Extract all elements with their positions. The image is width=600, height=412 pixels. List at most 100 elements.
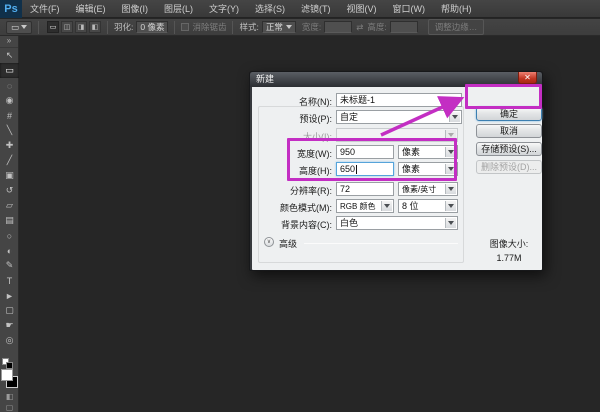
width-input[interactable] — [324, 21, 353, 33]
width-unit-dropdown[interactable]: 像素 — [398, 145, 458, 159]
chevron-down-icon — [381, 201, 392, 211]
menu-item-8[interactable]: 窗口(W) — [385, 0, 434, 18]
type-tool[interactable]: T — [0, 273, 19, 288]
hand-tool-icon: ☛ — [5, 320, 14, 330]
menu-item-6[interactable]: 滤镜(T) — [293, 0, 339, 18]
chevron-down-icon — [445, 164, 456, 174]
color-mode-dropdown[interactable]: RGB 颜色 — [336, 199, 394, 213]
preset-value: 自定 — [340, 112, 359, 122]
eraser-tool[interactable]: ▱ — [0, 198, 19, 213]
brush-tool[interactable]: ╱ — [0, 153, 19, 168]
save-preset-button[interactable]: 存储预设(S)... — [476, 142, 542, 156]
menu-item-9[interactable]: 帮助(H) — [433, 0, 480, 18]
lasso-tool-icon: ◌ — [6, 80, 13, 91]
tool-list: ↖ ▭ ◌ ◉ # ╲ ✚ ╱ ▣ ↺ ▱ ▤ ○ ◐ ✎ T ► ▢ ☛ ◎ — [0, 48, 19, 348]
resolution-unit-dropdown[interactable]: 像素/英寸 — [398, 182, 458, 196]
dodge-tool[interactable]: ◐ — [0, 243, 19, 258]
zoom-tool[interactable]: ◎ — [0, 333, 19, 348]
background-contents-dropdown[interactable]: 白色 — [336, 216, 458, 230]
blur-tool[interactable]: ○ — [0, 228, 19, 243]
swap-dimensions-icon[interactable]: ⇄ — [356, 22, 363, 33]
height-input[interactable]: 650 — [336, 162, 394, 176]
menu-item-1[interactable]: 编辑(E) — [68, 0, 114, 18]
cancel-button[interactable]: 取消 — [476, 124, 542, 138]
menu-item-2[interactable]: 图像(I) — [114, 0, 157, 18]
clone-stamp-tool[interactable]: ▣ — [0, 168, 19, 183]
path-selection-tool[interactable]: ► — [0, 288, 19, 303]
antialias-label: 消除锯齿 — [192, 22, 227, 32]
size-label: 大小(I): — [303, 132, 332, 142]
rectangular-marquee-tool[interactable]: ▭ — [0, 63, 19, 78]
quick-selection-tool-icon: ◉ — [5, 95, 14, 105]
menu-item-0[interactable]: 文件(F) — [22, 0, 68, 18]
selection-mode-button-0[interactable]: ▭ — [47, 21, 59, 33]
width-label: 宽度: — [301, 22, 322, 32]
width-input[interactable]: 950 — [336, 145, 394, 159]
collapse-panel-button[interactable]: » — [0, 36, 18, 48]
chevron-down-icon — [445, 184, 456, 194]
foreground-color-swatch[interactable] — [1, 369, 13, 381]
default-colors-icon[interactable] — [6, 362, 13, 369]
advanced-expander-button[interactable]: ∨ — [264, 237, 274, 247]
crop-tool-icon: # — [6, 110, 12, 121]
menu-item-4[interactable]: 文字(Y) — [201, 0, 247, 18]
gradient-tool[interactable]: ▤ — [0, 213, 19, 228]
bit-depth-value: 8 位 — [402, 201, 419, 211]
dialog-title-bar[interactable]: 新建 — [250, 72, 542, 87]
history-brush-tool[interactable]: ↺ — [0, 183, 19, 198]
image-size-label: 图像大小: — [489, 239, 529, 249]
close-button[interactable]: ✕ — [518, 72, 537, 84]
ok-button[interactable]: 确定 — [476, 107, 542, 121]
dodge-tool-icon: ◐ — [6, 245, 13, 256]
resolution-unit-value: 像素/英寸 — [402, 185, 437, 194]
delete-preset-button: 删除预设(D)... — [476, 160, 542, 174]
tool-preset-picker[interactable]: ▭ — [6, 20, 32, 34]
blur-tool-icon: ○ — [6, 230, 13, 241]
name-input[interactable]: 未标题-1 — [336, 93, 462, 107]
antialias-checkbox[interactable] — [181, 23, 190, 31]
image-size-value: 1.77M — [496, 253, 522, 263]
move-tool-icon: ↖ — [5, 50, 14, 60]
history-brush-tool-icon: ↺ — [5, 185, 14, 195]
height-input[interactable] — [389, 21, 418, 33]
photoshop-window: Ps 文件(F) 编辑(E) 图像(I) 图层(L) 文字(Y) 选择(S) 滤镜(T) 视图… — [0, 0, 600, 412]
color-mode-value: RGB 颜色 — [340, 202, 376, 211]
menu-item-3[interactable]: 图层(L) — [156, 0, 201, 18]
healing-brush-tool[interactable]: ✚ — [0, 138, 19, 153]
height-unit-dropdown[interactable]: 像素 — [398, 162, 458, 176]
rectangular-marquee-tool-icon: ▭ — [5, 65, 14, 75]
selection-mode-button-3[interactable]: ◧ — [89, 21, 101, 33]
hand-tool[interactable]: ☛ — [0, 318, 19, 333]
path-selection-tool-icon: ► — [5, 290, 14, 301]
crop-tool[interactable]: # — [0, 108, 19, 123]
resolution-input[interactable]: 72 — [336, 182, 394, 196]
chevron-down-icon — [445, 201, 456, 211]
quick-selection-tool[interactable]: ◉ — [0, 93, 19, 108]
selection-mode-button-2[interactable]: ◨ — [75, 21, 87, 33]
move-tool[interactable]: ↖ — [0, 48, 19, 63]
quick-mask-icon[interactable]: ◧ — [0, 392, 19, 401]
gradient-tool-icon: ▤ — [5, 215, 14, 225]
selection-mode-button-1[interactable]: ◫ — [61, 21, 73, 33]
menu-item-7[interactable]: 视图(V) — [339, 0, 385, 18]
screen-mode-icon[interactable]: ▢ — [0, 403, 19, 412]
menu-item-5[interactable]: 选择(S) — [247, 0, 293, 18]
color-mode-label: 颜色模式(M): — [280, 203, 332, 213]
feather-input[interactable]: 0 像素 — [136, 21, 169, 33]
width-unit-value: 像素 — [402, 147, 421, 157]
style-dropdown[interactable]: 正常 — [261, 21, 296, 33]
pen-tool[interactable]: ✎ — [0, 258, 19, 273]
dialog-body: 名称(N): 未标题-1 预设(P): 自定 大小(I): 宽度(W): 950… — [252, 87, 542, 270]
text-cursor — [356, 165, 358, 175]
shape-tool[interactable]: ▢ — [0, 303, 19, 318]
chevron-down-icon — [285, 25, 292, 29]
healing-brush-tool-icon: ✚ — [5, 140, 14, 150]
eyedropper-tool[interactable]: ╲ — [0, 123, 19, 138]
pen-tool-icon: ✎ — [5, 260, 14, 270]
bit-depth-dropdown[interactable]: 8 位 — [398, 199, 458, 213]
refine-edge-button[interactable]: 调整边缘… — [427, 19, 485, 35]
new-document-dialog: 新建 ✕ 名称(N): 未标题-1 预设(P): 自定 大小(I): 宽度(W)… — [249, 71, 543, 271]
preset-dropdown[interactable]: 自定 — [336, 110, 462, 124]
height-label: 高度(H): — [299, 166, 332, 176]
lasso-tool[interactable]: ◌ — [0, 78, 19, 93]
